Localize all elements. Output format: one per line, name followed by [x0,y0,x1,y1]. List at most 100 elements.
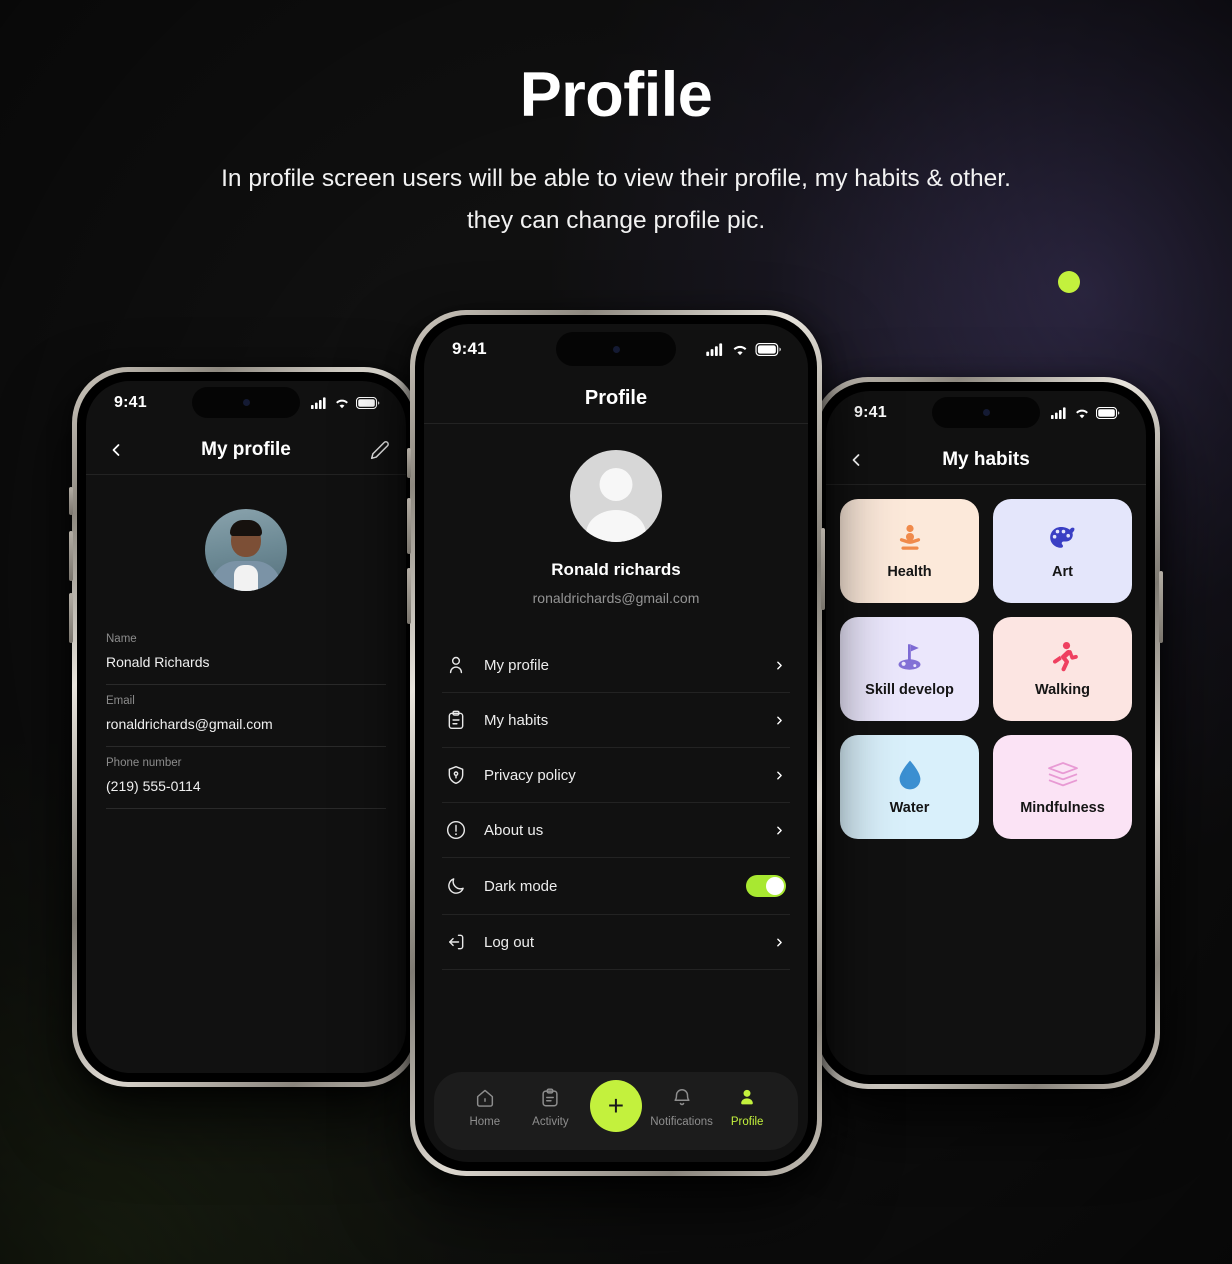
tab-label: Home [469,1116,501,1128]
books-stack-icon [1046,758,1080,792]
cellular-signal-icon [706,342,723,356]
phone-mockup-profile: 9:41 Profile Ronald richards ronaldricha… [407,310,825,1176]
dark-mode-toggle[interactable] [746,875,786,897]
moon-icon [448,878,464,894]
menu-item-my-profile[interactable]: My profile [442,638,790,693]
info-circle-icon [446,820,466,840]
field-value: (219) 555-0114 [106,778,201,794]
habits-grid: Health Art Skill develop Walking Water M… [826,485,1146,839]
screen-profile: 9:41 Profile Ronald richards ronaldricha… [424,324,808,1162]
menu-item-log-out[interactable]: Log out [442,915,790,970]
field-label: Name [106,633,137,645]
field-name[interactable]: Name Ronald Richards [106,623,386,685]
home-icon [452,1086,518,1110]
profile-fields: Name Ronald Richards Email ronaldrichard… [86,623,406,809]
clipboard-icon [448,710,464,730]
chevron-right-icon [777,661,782,669]
bottom-tab-bar: Home Activity + Notifications Profile [434,1072,798,1150]
habit-label: Health [887,564,932,580]
status-bar: 9:41 [86,381,406,425]
cellular-signal-icon [1051,407,1066,419]
field-label: Phone number [106,757,182,769]
habit-label: Water [889,800,930,816]
default-user-avatar[interactable] [570,450,662,542]
phone-mockup-my-habits: 9:41 My habits Health Art Skill develop … [809,377,1163,1089]
dynamic-island [192,387,300,418]
habit-card-art[interactable]: Art [993,499,1132,603]
habit-label: Skill develop [865,682,954,698]
logout-icon [449,934,464,950]
habit-card-walking[interactable]: Walking [993,617,1132,721]
menu-item-privacy-policy[interactable]: Privacy policy [442,748,790,803]
tab-label: Notifications [650,1116,713,1128]
tab-home[interactable]: Home [452,1086,518,1128]
battery-icon [356,397,380,409]
page-title: Profile [519,60,713,130]
pencil-edit-icon[interactable] [370,440,390,460]
menu-item-my-habits[interactable]: My habits [442,693,790,748]
habit-card-mindfulness[interactable]: Mindfulness [993,735,1132,839]
field-email[interactable]: Email ronaldrichards@gmail.com [106,685,386,747]
chevron-left-icon[interactable] [846,450,866,470]
field-value: ronaldrichards@gmail.com [106,716,273,732]
activity-icon [518,1086,584,1110]
profile-person-icon [714,1086,780,1110]
status-time: 9:41 [114,394,147,411]
yoga-meditation-icon [894,522,926,556]
chevron-left-icon[interactable] [106,440,126,460]
field-phone-number[interactable]: Phone number (219) 555-0114 [106,747,386,809]
nav-bar-profile: Profile [424,374,808,424]
menu-item-dark-mode[interactable]: Dark mode [442,858,790,915]
profile-email: ronaldrichards@gmail.com [532,590,700,606]
habit-card-water[interactable]: Water [840,735,979,839]
tab-profile[interactable]: Profile [714,1086,780,1128]
menu-label: Log out [484,933,535,951]
screen-my-profile: 9:41 My profile Name Ronald Richards Ema… [86,381,406,1073]
tab-activity[interactable]: Activity [518,1086,584,1128]
toggle-knob [766,877,784,895]
avatar[interactable] [205,509,287,591]
user-icon [449,656,463,674]
profile-header: Ronald richards ronaldrichards@gmail.com [424,424,808,606]
menu-label: Privacy policy [484,766,576,784]
bell-icon [649,1086,715,1110]
wifi-icon [733,345,747,355]
plus-icon[interactable]: + [589,1080,642,1132]
nav-bar-my-profile: My profile [86,425,406,475]
phone-mockup-my-profile: 9:41 My profile Name Ronald Richards Ema… [69,367,423,1087]
habit-card-skill-develop[interactable]: Skill develop [840,617,979,721]
chevron-right-icon [777,938,782,946]
nav-bar-my-habits: My habits [826,435,1146,485]
tab-label: Activity [532,1116,569,1128]
water-drop-icon [897,758,923,792]
page-header: Profile In profile screen users will be … [0,62,1232,242]
nav-title: My profile [201,438,291,460]
page-subtitle: In profile screen users will be able to … [221,165,1011,235]
accent-dot [1058,271,1080,293]
status-bar: 9:41 [826,391,1146,435]
cellular-signal-icon [311,397,326,409]
chevron-right-icon [777,771,782,779]
battery-icon [1096,407,1120,419]
habit-card-health[interactable]: Health [840,499,979,603]
tab-label: Profile [730,1116,764,1128]
habit-label: Walking [1034,682,1091,698]
dynamic-island [932,397,1040,428]
status-time: 9:41 [854,404,887,421]
tab-notifications[interactable]: Notifications [649,1086,715,1128]
screen-my-habits: 9:41 My habits Health Art Skill develop … [826,391,1146,1075]
nav-title: Profile [584,387,648,409]
nav-title: My habits [942,448,1030,470]
add-habit-button[interactable]: + [583,1080,649,1132]
habit-label: Mindfulness [1020,800,1105,816]
paint-palette-icon [1047,522,1079,556]
profile-name: Ronald richards [551,560,681,579]
menu-item-about-us[interactable]: About us [442,803,790,858]
menu-label: Dark mode [484,877,558,895]
status-time: 9:41 [452,339,487,358]
field-label: Email [106,695,135,707]
menu-label: My habits [484,711,549,729]
habit-label: Art [1052,564,1073,580]
chevron-right-icon [777,716,782,724]
shield-lock-icon [448,765,464,785]
